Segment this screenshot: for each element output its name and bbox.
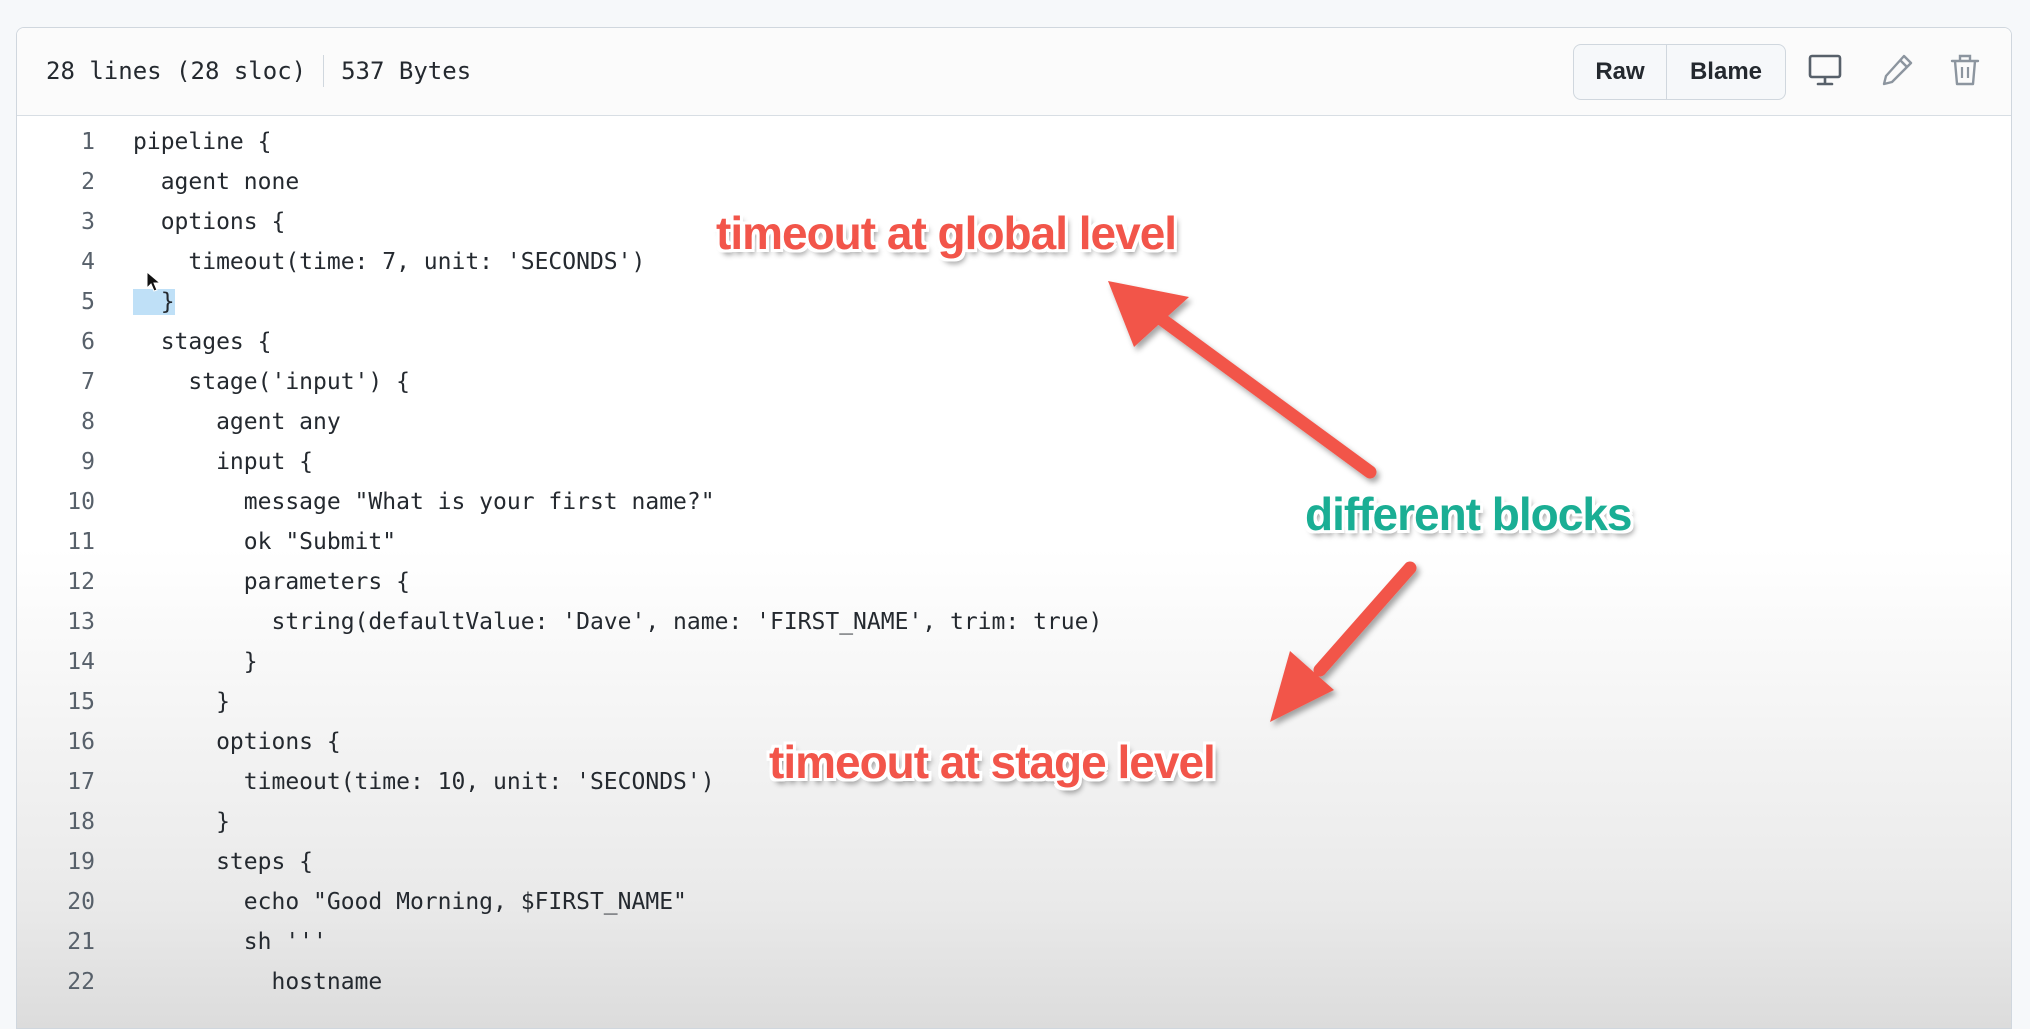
line-number[interactable]: 4 — [17, 249, 95, 275]
code-line: 20 echo "Good Morning, $FIRST_NAME" — [17, 882, 2011, 922]
code-line: 7 stage('input') { — [17, 362, 2011, 402]
divider — [323, 55, 325, 87]
desktop-icon[interactable] — [1805, 50, 1845, 90]
code-line: 9 input { — [17, 442, 2011, 482]
line-number[interactable]: 19 — [17, 849, 95, 875]
code-text: } — [133, 649, 258, 675]
file-panel: 28 lines (28 sloc) 537 Bytes Raw Blame 1… — [16, 27, 2012, 1029]
line-number[interactable]: 1 — [17, 129, 95, 155]
line-number[interactable]: 6 — [17, 329, 95, 355]
file-info: 28 lines (28 sloc) 537 Bytes — [46, 55, 471, 87]
line-number[interactable]: 7 — [17, 369, 95, 395]
pencil-icon[interactable] — [1877, 50, 1917, 90]
line-number[interactable]: 3 — [17, 209, 95, 235]
line-number[interactable]: 8 — [17, 409, 95, 435]
code-line: 15 } — [17, 682, 2011, 722]
code-text: stage('input') { — [133, 369, 410, 395]
code-text: } — [133, 689, 230, 715]
code-text: message "What is your first name?" — [133, 489, 715, 515]
code-text: ok "Submit" — [133, 529, 397, 555]
code-text: timeout(time: 7, unit: 'SECONDS') — [133, 249, 646, 275]
line-number[interactable]: 21 — [17, 929, 95, 955]
file-header: 28 lines (28 sloc) 537 Bytes Raw Blame — [17, 28, 2011, 116]
code-text: agent none — [133, 169, 300, 195]
code-line: 2 agent none — [17, 162, 2011, 202]
code-line: 5 } — [17, 282, 2011, 322]
line-number[interactable]: 20 — [17, 889, 95, 915]
code-line: 6 stages { — [17, 322, 2011, 362]
code-line: 12 parameters { — [17, 562, 2011, 602]
code-text: } — [133, 809, 230, 835]
code-line: 19 steps { — [17, 842, 2011, 882]
line-number[interactable]: 22 — [17, 969, 95, 995]
annotation-stage-timeout: timeout at stage level — [769, 736, 1216, 788]
raw-button[interactable]: Raw — [1574, 45, 1667, 99]
code-line: 11 ok "Submit" — [17, 522, 2011, 562]
code-text: sh ''' — [133, 929, 327, 955]
line-number[interactable]: 5 — [17, 289, 95, 315]
code-text: steps { — [133, 849, 314, 875]
trash-icon[interactable] — [1945, 50, 1985, 90]
code-line: 18 } — [17, 802, 2011, 842]
blame-button[interactable]: Blame — [1667, 45, 1785, 99]
line-number[interactable]: 9 — [17, 449, 95, 475]
line-number[interactable]: 14 — [17, 649, 95, 675]
line-number[interactable]: 13 — [17, 609, 95, 635]
code-text: echo "Good Morning, $FIRST_NAME" — [133, 889, 687, 915]
code-line: 22 hostname — [17, 962, 2011, 1002]
code-line: 8 agent any — [17, 402, 2011, 442]
line-number[interactable]: 10 — [17, 489, 95, 515]
code-text: timeout(time: 10, unit: 'SECONDS') — [133, 769, 715, 795]
code-line: 13 string(defaultValue: 'Dave', name: 'F… — [17, 602, 2011, 642]
code-text: options { — [133, 209, 286, 235]
annotation-global-timeout: timeout at global level — [716, 207, 1177, 259]
code-text: options { — [133, 729, 341, 755]
line-number[interactable]: 15 — [17, 689, 95, 715]
line-number[interactable]: 16 — [17, 729, 95, 755]
annotation-different-blocks: different blocks — [1305, 488, 1633, 540]
code-line: 10 message "What is your first name?" — [17, 482, 2011, 522]
line-number[interactable]: 2 — [17, 169, 95, 195]
code-line: 1 pipeline { — [17, 122, 2011, 162]
code-text: stages { — [133, 329, 272, 355]
code-text: parameters { — [133, 569, 410, 595]
line-number[interactable]: 17 — [17, 769, 95, 795]
code-line: 14 } — [17, 642, 2011, 682]
code-line: 21 sh ''' — [17, 922, 2011, 962]
mouse-cursor-icon — [146, 270, 162, 298]
line-count: 28 lines (28 sloc) — [46, 57, 307, 85]
code-text: agent any — [133, 409, 341, 435]
code-text: pipeline { — [133, 129, 272, 155]
line-number[interactable]: 11 — [17, 529, 95, 555]
line-number[interactable]: 12 — [17, 569, 95, 595]
code-text: hostname — [133, 969, 383, 995]
file-size: 537 Bytes — [341, 57, 472, 85]
code-text: input { — [133, 449, 314, 475]
view-button-group: Raw Blame — [1573, 44, 1786, 100]
code-text: string(defaultValue: 'Dave', name: 'FIRS… — [133, 609, 1103, 635]
line-number[interactable]: 18 — [17, 809, 95, 835]
